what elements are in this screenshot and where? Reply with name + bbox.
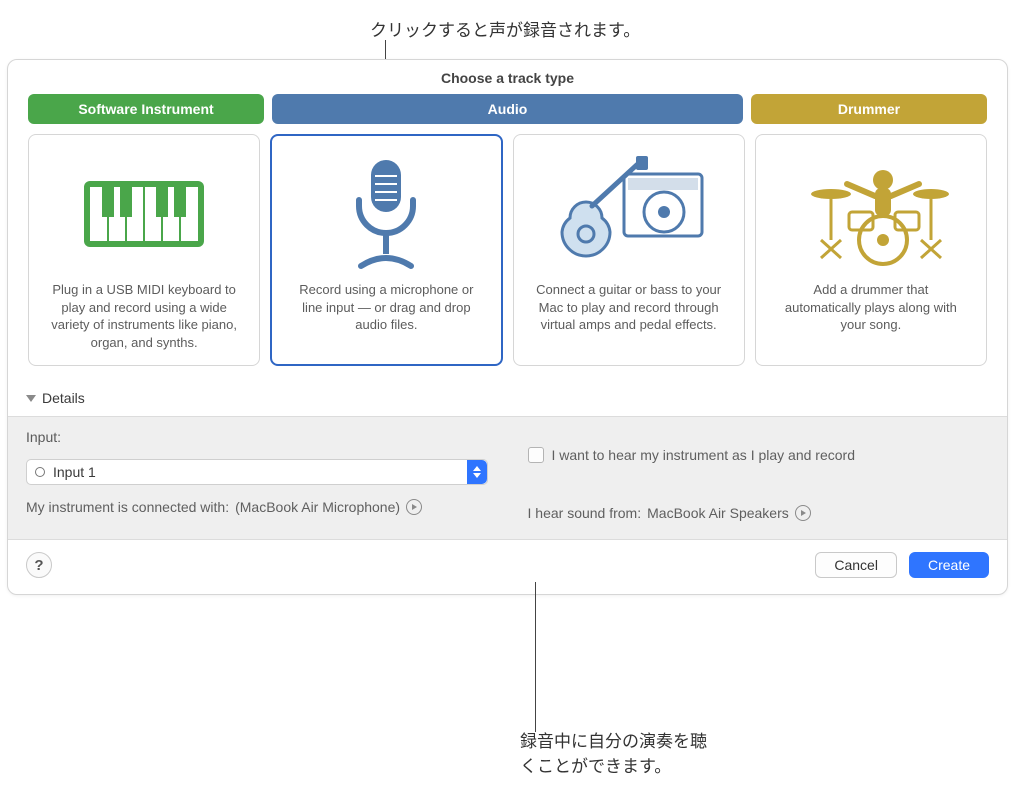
- chevron-down-icon: [26, 395, 36, 402]
- output-device-line: I hear sound from: MacBook Air Speakers: [528, 505, 990, 521]
- details-disclosure[interactable]: Details: [8, 386, 1007, 416]
- card-audio-guitar[interactable]: Connect a guitar or bass to your Mac to …: [513, 134, 745, 366]
- output-device-name: MacBook Air Speakers: [647, 505, 789, 521]
- monitoring-checkbox[interactable]: [528, 447, 544, 463]
- card-description: Record using a microphone or line input …: [289, 281, 483, 334]
- details-left-column: Input: Input 1 My instrument is connecte…: [26, 429, 488, 521]
- drummer-icon: [776, 153, 966, 273]
- keyboard-icon: [49, 153, 239, 273]
- create-button[interactable]: Create: [909, 552, 989, 578]
- arrow-right-circle-icon[interactable]: [795, 505, 811, 521]
- details-right-column: I want to hear my instrument as I play a…: [528, 429, 990, 521]
- card-drummer[interactable]: Add a drummer that automatically plays a…: [755, 134, 987, 366]
- card-description: Connect a guitar or bass to your Mac to …: [532, 281, 726, 334]
- track-type-audio[interactable]: Audio: [272, 94, 743, 124]
- details-label: Details: [42, 390, 85, 406]
- help-button[interactable]: ?: [26, 552, 52, 578]
- cancel-button[interactable]: Cancel: [815, 552, 897, 578]
- card-description: Plug in a USB MIDI keyboard to play and …: [47, 281, 241, 351]
- callout-top-text: クリックすると声が録音されます。: [370, 16, 640, 41]
- track-type-card-row: Plug in a USB MIDI keyboard to play and …: [8, 124, 1007, 386]
- output-device-prefix: I hear sound from:: [528, 505, 642, 521]
- monitoring-label: I want to hear my instrument as I play a…: [552, 447, 855, 463]
- track-type-drummer[interactable]: Drummer: [751, 94, 987, 124]
- mono-channel-icon: [35, 467, 45, 477]
- input-label: Input:: [26, 429, 488, 445]
- card-software-instrument[interactable]: Plug in a USB MIDI keyboard to play and …: [28, 134, 260, 366]
- input-channel-value: Input 1: [53, 464, 96, 480]
- guitar-amp-icon: [534, 153, 724, 273]
- details-panel: Input: Input 1 My instrument is connecte…: [8, 416, 1007, 540]
- callout-bottom-text: 録音中に自分の演奏を聴 くことができます。: [520, 730, 707, 779]
- input-device-prefix: My instrument is connected with:: [26, 499, 229, 515]
- card-audio-microphone[interactable]: Record using a microphone or line input …: [270, 134, 502, 366]
- arrow-right-circle-icon[interactable]: [406, 499, 422, 515]
- new-track-dialog: Choose a track type Software Instrument …: [7, 59, 1008, 595]
- input-device-line: My instrument is connected with: (MacBoo…: [26, 499, 488, 515]
- dialog-button-bar: ? Cancel Create: [8, 540, 1007, 594]
- input-channel-popup[interactable]: Input 1: [26, 459, 488, 485]
- card-description: Add a drummer that automatically plays a…: [774, 281, 968, 334]
- microphone-icon: [291, 153, 481, 273]
- leader-line-bottom: [535, 582, 536, 732]
- popup-stepper-icon: [467, 460, 487, 484]
- input-device-name: (MacBook Air Microphone): [235, 499, 400, 515]
- track-type-software-instrument[interactable]: Software Instrument: [28, 94, 264, 124]
- dialog-title: Choose a track type: [8, 60, 1007, 94]
- track-type-header-row: Software Instrument Audio Drummer: [8, 94, 1007, 124]
